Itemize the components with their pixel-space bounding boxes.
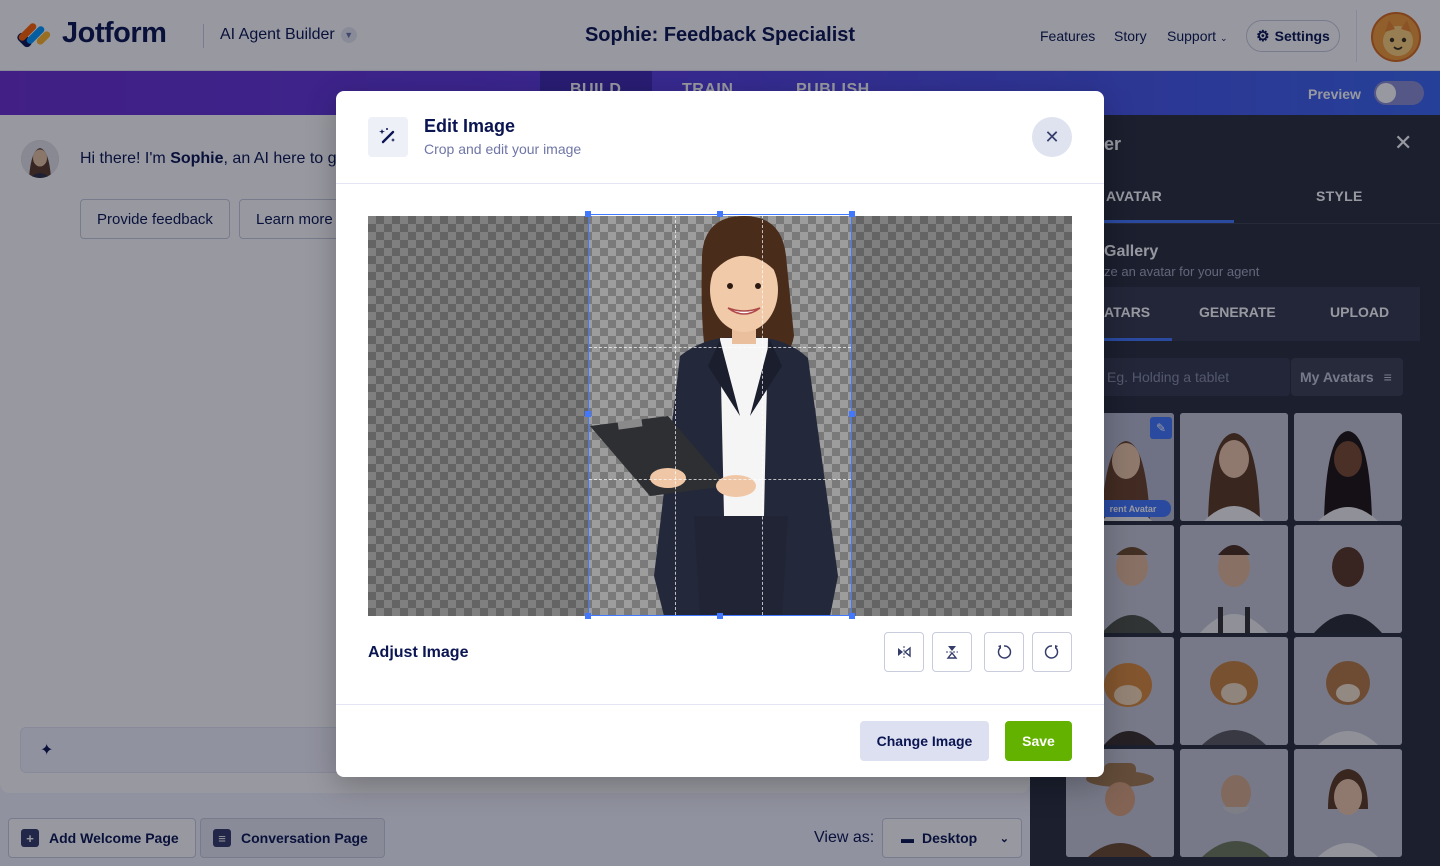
crop-grid-line bbox=[589, 347, 851, 348]
crop-grid-line bbox=[589, 479, 851, 480]
crop-handle-top-right[interactable] bbox=[849, 211, 855, 217]
flip-horizontal-icon bbox=[898, 646, 911, 658]
crop-handle-bottom-left[interactable] bbox=[585, 613, 591, 619]
crop-grid-line bbox=[675, 215, 677, 615]
crop-handle-bottom[interactable] bbox=[717, 613, 723, 619]
flip-vertical-icon bbox=[946, 646, 958, 659]
modal-title: Edit Image bbox=[424, 116, 516, 136]
crop-handle-right[interactable] bbox=[849, 411, 855, 417]
magic-wand-icon bbox=[368, 117, 408, 157]
modal-subtitle: Crop and edit your image bbox=[424, 141, 582, 157]
save-button[interactable]: Save bbox=[1005, 721, 1072, 761]
crop-selection-box[interactable] bbox=[585, 211, 855, 619]
close-icon[interactable]: ✕ bbox=[1032, 117, 1072, 157]
flip-horizontal-button[interactable] bbox=[884, 632, 924, 672]
crop-grid-line bbox=[761, 215, 763, 615]
flip-vertical-button[interactable] bbox=[932, 632, 972, 672]
crop-handle-bottom-right[interactable] bbox=[849, 613, 855, 619]
crop-handle-left[interactable] bbox=[585, 411, 591, 417]
adjust-image-label: Adjust Image bbox=[368, 644, 469, 661]
rotate-left-button[interactable] bbox=[984, 632, 1024, 672]
crop-handle-top[interactable] bbox=[717, 211, 723, 217]
change-image-button[interactable]: Change Image bbox=[860, 721, 989, 761]
rotate-left-icon bbox=[997, 645, 1012, 659]
crop-handle-top-left[interactable] bbox=[585, 211, 591, 217]
modal-footer-divider bbox=[336, 704, 1104, 705]
modal-header-divider bbox=[336, 183, 1104, 184]
rotate-right-button[interactable] bbox=[1032, 632, 1072, 672]
rotate-right-icon bbox=[1044, 645, 1059, 659]
